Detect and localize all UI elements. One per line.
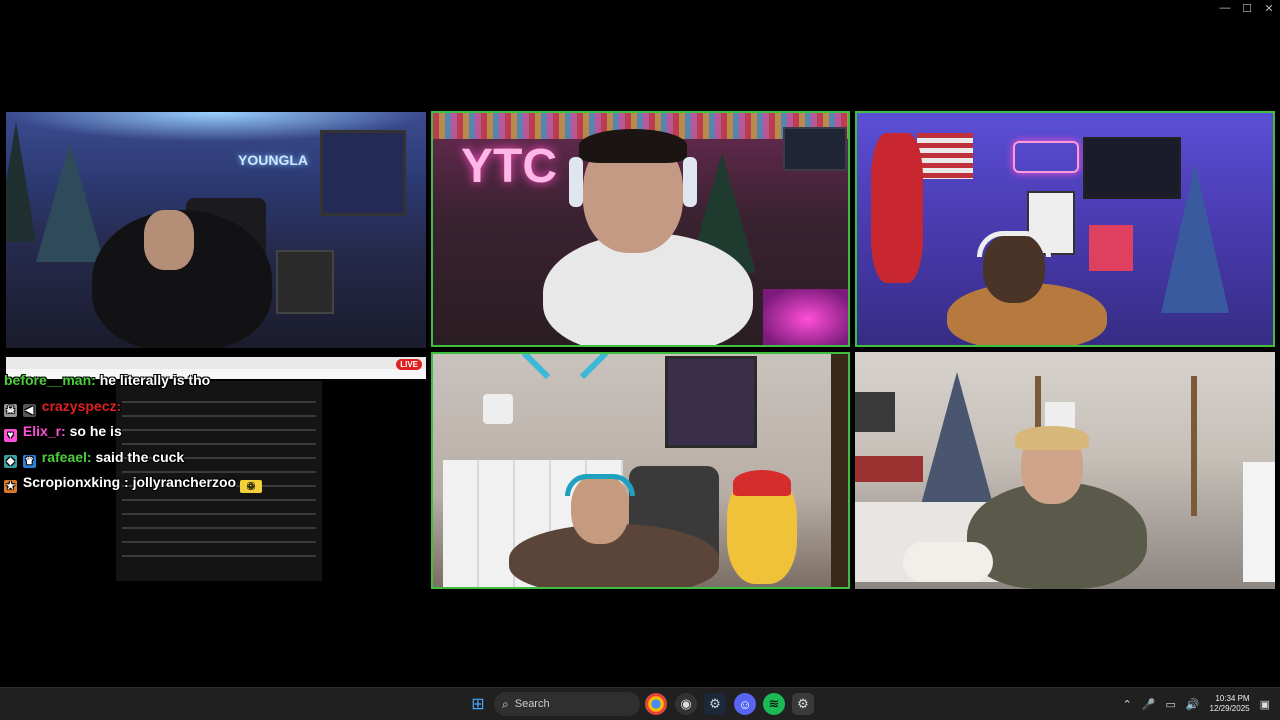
neon-sign: YTC bbox=[461, 140, 557, 193]
santa-figure bbox=[871, 133, 923, 283]
browser-tab-bar bbox=[6, 357, 426, 369]
headset-icon bbox=[565, 474, 635, 496]
christmas-tree-icon bbox=[1161, 163, 1229, 313]
headset-icon bbox=[683, 157, 697, 207]
santa-hat bbox=[733, 470, 791, 496]
neon-sign: YOUNGLA bbox=[238, 152, 308, 168]
leg bbox=[903, 542, 993, 582]
close-icon[interactable]: ✕ bbox=[1258, 0, 1280, 16]
monitor bbox=[783, 127, 847, 171]
network-icon[interactable]: ▭ bbox=[1165, 698, 1175, 711]
obs-icon[interactable]: ◉ bbox=[675, 693, 697, 715]
wall-art bbox=[1089, 225, 1133, 271]
clock[interactable]: 10:34 PM 12/29/2025 bbox=[1210, 694, 1250, 714]
windows-start-icon[interactable]: ⊞ bbox=[467, 693, 489, 715]
volume-icon[interactable]: 🔊 bbox=[1186, 698, 1200, 711]
chat-message: ★ Scropionxking : jollyrancherzoo ☺ bbox=[4, 474, 264, 493]
chat-text: jollyrancherzoo bbox=[132, 474, 237, 490]
christmas-tree-icon bbox=[919, 372, 995, 512]
face bbox=[144, 210, 194, 270]
hair bbox=[579, 129, 687, 163]
search-icon: ⌕ bbox=[502, 696, 509, 711]
skull-badge-icon: ☠ bbox=[4, 404, 17, 417]
chat-username: Elix_r: bbox=[22, 423, 66, 439]
chat-message: ◆ ♛ rafeael: said the cuck bbox=[4, 449, 184, 468]
window bbox=[855, 392, 895, 432]
window-controls: — ☐ ✕ bbox=[1214, 0, 1280, 16]
discord-icon[interactable]: ☺ bbox=[734, 693, 756, 715]
maximize-icon[interactable]: ☐ bbox=[1236, 0, 1258, 16]
clock-date: 12/29/2025 bbox=[1209, 704, 1250, 713]
chat-username: Scropionxking : bbox=[22, 474, 129, 490]
pink-light bbox=[763, 289, 848, 345]
microphone-icon[interactable]: 🎤 bbox=[1142, 698, 1156, 711]
wall-art bbox=[276, 250, 334, 314]
chat-text: he literally is tho bbox=[99, 372, 211, 388]
emote-icon: ☺ bbox=[239, 480, 262, 493]
door bbox=[1243, 462, 1275, 582]
mute-badge-icon: ◀ bbox=[22, 404, 36, 417]
system-tray: ⌃ 🎤 ▭ 🔊 10:34 PM 12/29/2025 ▣ bbox=[1123, 688, 1270, 720]
flag bbox=[917, 133, 973, 179]
door-frame bbox=[831, 354, 848, 587]
framed-jersey bbox=[320, 130, 406, 216]
chevron-up-icon[interactable]: ⌃ bbox=[1123, 698, 1132, 711]
hair bbox=[1015, 426, 1089, 450]
badge-icon: ★ bbox=[4, 480, 17, 493]
video-tile-3[interactable] bbox=[855, 111, 1275, 347]
video-tile-5[interactable] bbox=[855, 352, 1275, 589]
chat-message: ♥ Elix_r: so he is bbox=[4, 423, 122, 442]
search-label: Search bbox=[514, 698, 550, 710]
windows-taskbar: ⊞ ⌕ Search ◉ ⚙ ☺ ≋ ⚙ ⌃ 🎤 ▭ 🔊 10:34 PM 12… bbox=[0, 687, 1280, 720]
sword-icon bbox=[521, 354, 551, 380]
chat-username: crazyspecz: bbox=[41, 398, 122, 414]
crown-badge-icon: ♛ bbox=[22, 455, 36, 468]
chat-message: ☠ ◀ crazyspecz: bbox=[4, 398, 121, 417]
chat-text: so he is bbox=[69, 423, 122, 439]
headset-icon bbox=[569, 157, 583, 207]
headset-icon bbox=[977, 231, 1051, 257]
chat-text: said the cuck bbox=[95, 449, 185, 465]
chat-username: before__man: bbox=[4, 372, 96, 388]
chrome-icon[interactable] bbox=[645, 693, 667, 715]
steam-icon[interactable]: ⚙ bbox=[704, 693, 726, 715]
settings-gear-icon[interactable]: ⚙ bbox=[792, 693, 814, 715]
clock-time: 10:34 PM bbox=[1215, 694, 1250, 703]
christmas-tree-icon bbox=[36, 142, 104, 262]
notification-icon[interactable]: ▣ bbox=[1260, 698, 1270, 711]
spotify-icon[interactable]: ≋ bbox=[763, 693, 785, 715]
stockings bbox=[855, 456, 923, 482]
minimize-icon[interactable]: — bbox=[1214, 0, 1236, 16]
shelf-figure bbox=[483, 394, 513, 424]
chat-overlay-panel: LIVE bbox=[6, 357, 426, 584]
subscriber-badge-icon: ◆ bbox=[4, 455, 17, 468]
christmas-tree-icon bbox=[6, 122, 36, 242]
wall-art bbox=[665, 356, 757, 448]
chat-message: before__man: he literally is tho bbox=[4, 372, 210, 388]
pickaxe-icon bbox=[579, 354, 609, 380]
taskbar-search-box[interactable]: ⌕ Search bbox=[494, 692, 640, 716]
neon-sign bbox=[1013, 141, 1079, 173]
heart-badge-icon: ♥ bbox=[4, 429, 17, 442]
video-tile-2-active[interactable]: YTC bbox=[431, 111, 850, 347]
video-tile-1[interactable]: YOUNGLA bbox=[6, 112, 426, 348]
live-badge: LIVE bbox=[396, 359, 422, 370]
video-tile-4[interactable] bbox=[431, 352, 850, 589]
chat-username: rafeael: bbox=[41, 449, 92, 465]
